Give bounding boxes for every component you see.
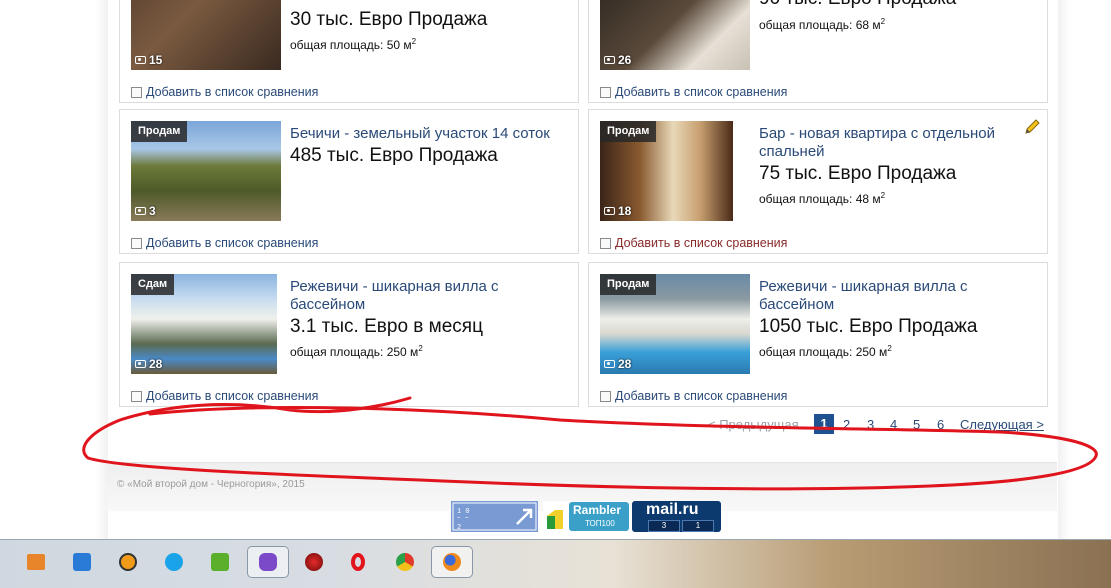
- files-icon[interactable]: [20, 546, 52, 578]
- utorrent-icon[interactable]: [204, 546, 236, 578]
- listing-card: 26 90 тыс. Евро Продажа общая площадь: 6…: [588, 0, 1048, 103]
- camera-icon: [135, 360, 146, 368]
- counter-graph-icon: 1 0 ⁼ ⁼ 2: [452, 502, 537, 532]
- viber-icon[interactable]: [247, 546, 289, 578]
- mailru-right: 1: [682, 520, 714, 532]
- teamviewer-icon[interactable]: [66, 546, 98, 578]
- edit-pencil-icon[interactable]: [1023, 118, 1041, 136]
- listing-photo[interactable]: Продам 18: [600, 121, 733, 221]
- listing-title[interactable]: Бар - новая квартира с отдельной спальне…: [759, 125, 1024, 161]
- compare-link[interactable]: Добавить в список сравнения: [131, 389, 318, 403]
- listing-price: 3.1 тыс. Евро в месяц: [290, 316, 483, 337]
- compare-link[interactable]: Добавить в список сравнения: [131, 85, 318, 99]
- listing-card: Продам 28 Режевичи - шикарная вилла с ба…: [588, 262, 1048, 407]
- listing-photo[interactable]: Сдам 28: [131, 274, 277, 374]
- listing-title[interactable]: Режевичи - шикарная вилла с бассейном: [290, 278, 575, 314]
- pagination-page[interactable]: 4: [890, 417, 897, 432]
- compare-checkbox[interactable]: [600, 86, 611, 98]
- listing-badge: Продам: [600, 121, 657, 142]
- compare-link[interactable]: Добавить в список сравнения: [600, 389, 787, 403]
- listing-card: 15 30 тыс. Евро Продажа общая площадь: 5…: [119, 0, 579, 103]
- listing-area: общая площадь: 250 м2: [290, 344, 423, 359]
- pagination-prev: < Предыдущая: [708, 417, 799, 432]
- mailru-left: 3: [648, 520, 680, 532]
- compare-checkbox[interactable]: [600, 237, 611, 249]
- photo-count: 28: [135, 357, 162, 371]
- svg-text:2: 2: [457, 524, 461, 532]
- pagination-page[interactable]: 3: [867, 417, 874, 432]
- listing-photo[interactable]: Продам 3: [131, 121, 281, 221]
- svg-text:⁼ ⁼: ⁼ ⁼: [457, 516, 469, 524]
- page-shadow-right: [1058, 0, 1070, 540]
- photo-count: 15: [135, 53, 162, 67]
- skype-icon[interactable]: [158, 546, 190, 578]
- camera-icon: [135, 56, 146, 64]
- camera-icon: [604, 360, 615, 368]
- listing-badge: Продам: [131, 121, 188, 142]
- windows-taskbar: [0, 539, 1111, 588]
- firefox-icon[interactable]: [431, 546, 473, 578]
- avast-icon[interactable]: [112, 546, 144, 578]
- listing-area: общая площадь: 68 м2: [759, 17, 886, 32]
- listing-card: Продам 18 Бар - новая квартира с отдельн…: [588, 109, 1048, 254]
- camera-icon: [604, 207, 615, 215]
- svg-text:1 0: 1 0: [457, 508, 470, 516]
- mailru-counter[interactable]: mail.ru 3 1: [632, 501, 721, 532]
- listing-card: Продам 3 Бечичи - земельный участок 14 с…: [119, 109, 579, 254]
- listing-area: общая площадь: 250 м2: [759, 344, 892, 359]
- compare-checkbox[interactable]: [131, 390, 142, 402]
- listing-title[interactable]: Режевичи - шикарная вилла с бассейном: [759, 278, 1044, 314]
- listing-price: 30 тыс. Евро Продажа: [290, 9, 488, 30]
- rambler-name: Rambler: [573, 503, 622, 517]
- opera-icon[interactable]: [342, 546, 374, 578]
- pagination-page[interactable]: 6: [937, 417, 944, 432]
- mailru-name: mail.ru: [646, 501, 699, 518]
- pagination-next[interactable]: Следующая >: [960, 417, 1044, 432]
- listing-photo[interactable]: Продам 28: [600, 274, 750, 374]
- listing-badge: Сдам: [131, 274, 175, 295]
- photo-count: 18: [604, 204, 631, 218]
- camera-icon: [604, 56, 615, 64]
- page-shadow-left: [96, 0, 108, 540]
- chrome-icon[interactable]: [389, 546, 421, 578]
- listing-area: общая площадь: 48 м2: [759, 191, 886, 206]
- compare-link[interactable]: Добавить в список сравнения: [131, 236, 318, 250]
- pagination-page-current[interactable]: 1: [814, 414, 834, 434]
- listing-price: 90 тыс. Евро Продажа: [759, 0, 956, 10]
- pagination-page[interactable]: 2: [843, 417, 850, 432]
- compare-link[interactable]: Добавить в список сравнения: [600, 236, 787, 250]
- listing-title[interactable]: Бечичи - земельный участок 14 соток: [290, 125, 575, 143]
- pagination: < Предыдущая 1 2 3 4 5 6 Следующая >: [700, 414, 1052, 436]
- listing-price: 75 тыс. Евро Продажа: [759, 163, 957, 184]
- rambler-sub: ТОП100: [585, 519, 615, 528]
- photo-count: 26: [604, 53, 631, 67]
- media-icon[interactable]: [298, 546, 330, 578]
- listing-card: Сдам 28 Режевичи - шикарная вилла с басс…: [119, 262, 579, 407]
- photo-count: 3: [135, 204, 156, 218]
- listing-area: общая площадь: 50 м2: [290, 37, 417, 52]
- compare-checkbox[interactable]: [131, 237, 142, 249]
- listing-price: 1050 тыс. Евро Продажа: [759, 316, 978, 337]
- liveinternet-counter[interactable]: 1 0 ⁼ ⁼ 2: [451, 501, 538, 532]
- copyright: © «Мой второй дом - Черногория», 2015: [117, 479, 305, 490]
- listing-badge: Продам: [600, 274, 657, 295]
- compare-checkbox[interactable]: [131, 86, 142, 98]
- listing-photo[interactable]: 26: [600, 0, 750, 70]
- compare-link[interactable]: Добавить в список сравнения: [600, 85, 787, 99]
- photo-count: 28: [604, 357, 631, 371]
- compare-checkbox[interactable]: [600, 390, 611, 402]
- pagination-page[interactable]: 5: [913, 417, 920, 432]
- camera-icon: [135, 207, 146, 215]
- listing-price: 485 тыс. Евро Продажа: [290, 145, 498, 166]
- rambler-counter[interactable]: Rambler ТОП100: [543, 501, 630, 532]
- listing-photo[interactable]: 15: [131, 0, 281, 70]
